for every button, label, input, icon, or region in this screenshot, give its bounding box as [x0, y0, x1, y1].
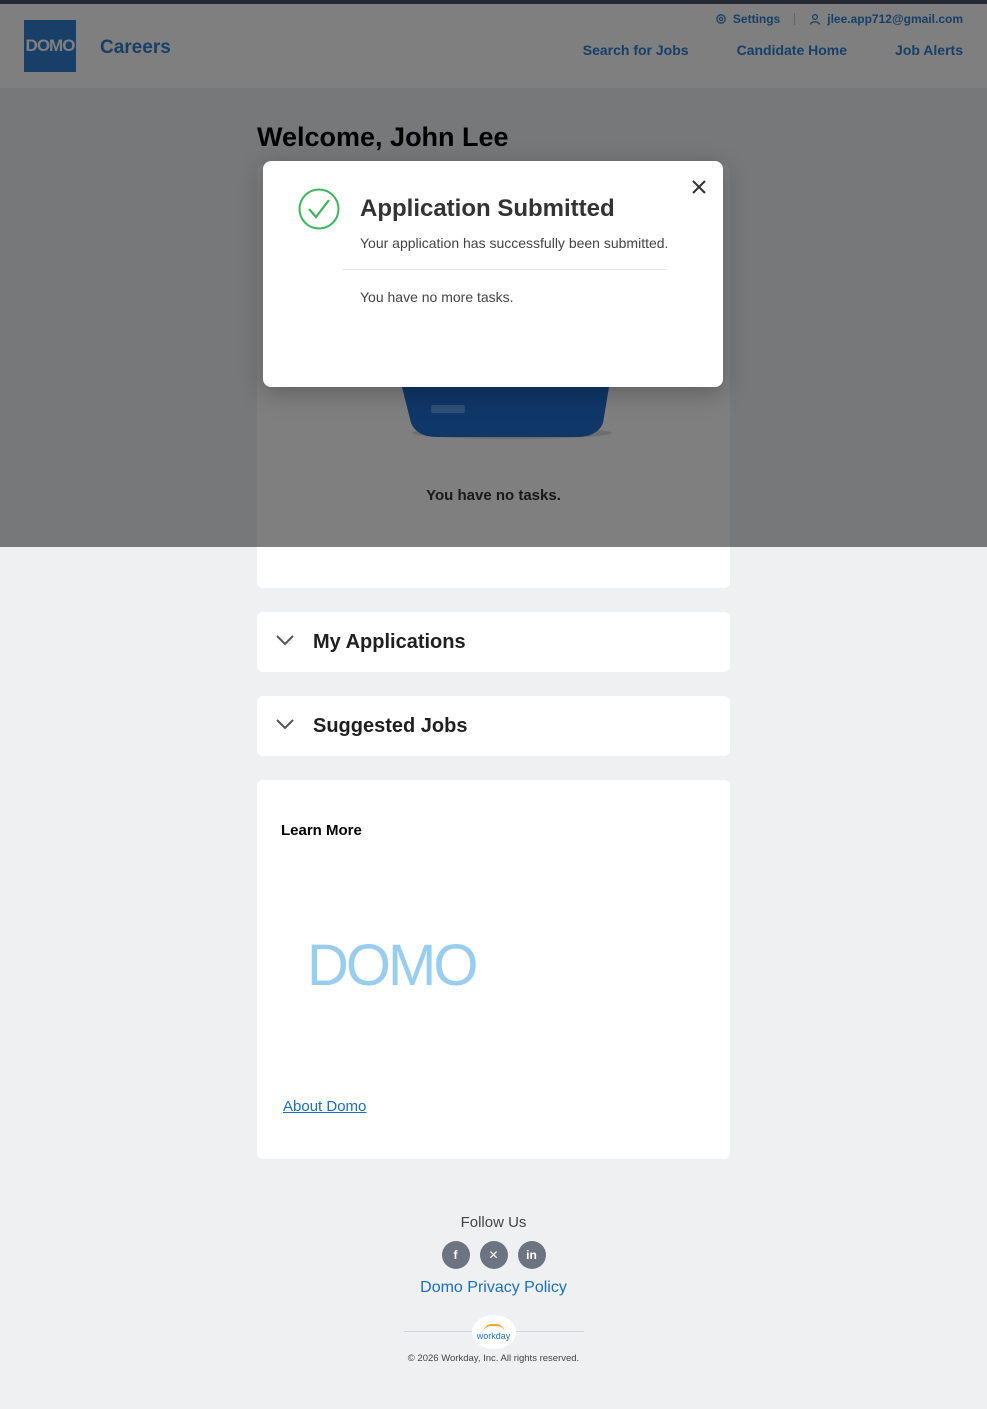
domo-wordmark-logo: DOMO — [307, 938, 479, 994]
success-check-icon — [298, 188, 340, 230]
my-applications-title: My Applications — [313, 631, 466, 653]
learn-more-title: Learn More — [281, 822, 362, 839]
chevron-down-icon — [276, 719, 294, 730]
close-icon[interactable] — [689, 177, 709, 197]
about-domo-link[interactable]: About Domo — [283, 1098, 366, 1115]
chevron-down-icon — [276, 635, 294, 646]
dialog-title: Application Submitted — [360, 195, 615, 222]
my-applications-section[interactable]: My Applications — [257, 612, 730, 672]
suggested-jobs-title: Suggested Jobs — [313, 715, 468, 737]
suggested-jobs-section[interactable]: Suggested Jobs — [257, 696, 730, 756]
workday-logo: workday — [471, 1315, 516, 1349]
workday-logo-text: workday — [476, 1330, 511, 1341]
copyright-text: © 2026 Workday, Inc. All rights reserved… — [407, 1353, 580, 1364]
linkedin-icon[interactable]: in — [517, 1241, 546, 1269]
privacy-policy-link[interactable]: Domo Privacy Policy — [420, 1279, 567, 1297]
follow-us-label: Follow Us — [460, 1214, 527, 1231]
learn-more-card: Learn More DOMO About Domo — [257, 780, 730, 1159]
x-twitter-icon[interactable]: ✕ — [479, 1241, 508, 1269]
facebook-icon[interactable]: f — [441, 1241, 470, 1269]
social-links: f ✕ in — [0, 1241, 987, 1269]
workday-badge: workday — [403, 1315, 584, 1349]
page-footer: Follow Us f ✕ in Domo Privacy Policy wor… — [0, 1214, 987, 1364]
dialog-message: Your application has successfully been s… — [360, 235, 669, 251]
divider — [343, 269, 667, 270]
application-submitted-dialog: Application Submitted Your application h… — [263, 161, 723, 387]
dialog-sub-message: You have no more tasks. — [360, 289, 514, 305]
domo-wordmark-text: DOMO — [307, 938, 476, 994]
